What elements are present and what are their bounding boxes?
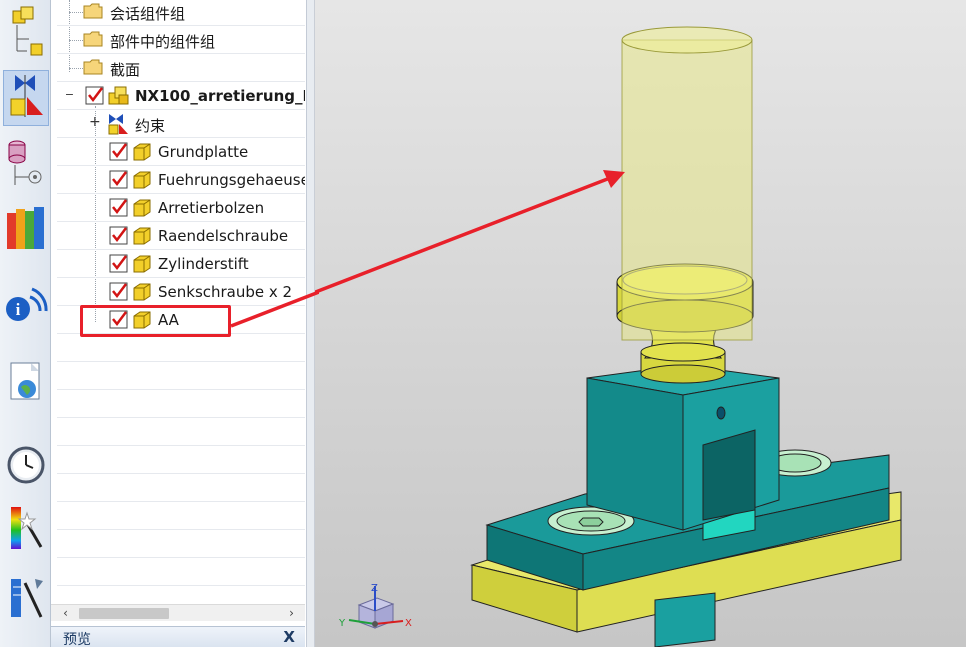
bottom-pin — [654, 592, 716, 647]
checkbox-checked-icon[interactable] — [109, 254, 129, 274]
tree-row-label: Zylinderstift — [158, 255, 249, 273]
tree-row-label: NX100_arretierung_BG — [135, 87, 305, 105]
assembly-tree: 会话组件组 部件中的组件组 截面 − NX100_arretierung_ + … — [51, 0, 305, 600]
view-triad: Z X Y — [338, 583, 412, 629]
collapse-toggle[interactable]: − — [64, 89, 75, 101]
tree-row-empty — [57, 446, 305, 474]
tree-row-empty — [57, 418, 305, 446]
component-icon — [133, 227, 151, 245]
assembly-navigator-icon — [12, 6, 43, 56]
tree-row-label: 截面 — [110, 61, 141, 79]
tree-row-label: Senkschraube x 2 — [158, 283, 293, 301]
tree-row-part-groups[interactable]: 部件中的组件组 — [57, 26, 305, 54]
component-icon — [133, 171, 151, 189]
tree-row-component[interactable]: Grundplatte — [57, 138, 305, 166]
nx-window: i 会话组件组 部件中的组件组 截面 − NX100_arretierung_ … — [0, 0, 966, 647]
constraint-navigator-button[interactable] — [3, 70, 49, 126]
checkbox-checked-icon[interactable] — [109, 198, 129, 218]
component-icon — [133, 255, 151, 273]
reuse-library-icon — [7, 207, 44, 249]
preview-title: 预览 — [63, 632, 91, 647]
assembly-icon — [108, 86, 129, 105]
tree-row-session-groups[interactable]: 会话组件组 — [57, 0, 305, 26]
history-button[interactable] — [3, 436, 49, 492]
tree-row-component[interactable]: Senkschraube x 2 — [57, 278, 305, 306]
triad-y-label: Y — [338, 618, 346, 629]
tree-row-root-assembly[interactable]: − NX100_arretierung_BG — [57, 82, 305, 110]
preview-collapse-icon[interactable]: X — [283, 628, 295, 646]
tree-row-empty — [57, 362, 305, 390]
tree-row-label: Grundplatte — [158, 143, 249, 161]
scroll-right-arrow[interactable]: › — [283, 605, 300, 622]
tree-row-component[interactable]: Arretierbolzen — [57, 194, 305, 222]
tree-row-sections[interactable]: 截面 — [57, 54, 305, 82]
checkbox-checked-icon[interactable] — [85, 86, 105, 106]
tree-row-label: Arretierbolzen — [158, 199, 265, 217]
translucent-cylinder-aa — [621, 26, 753, 341]
web-browser-button[interactable] — [3, 356, 49, 412]
web-browser-icon — [10, 362, 40, 400]
tree-row-label: 部件中的组件组 — [110, 33, 216, 51]
tree-row-constraints[interactable]: + 约束 — [57, 110, 305, 138]
tree-row-component[interactable]: Fuehrungsgehaeuse — [57, 166, 305, 194]
system-materials-button[interactable] — [3, 500, 49, 556]
folder-icon — [83, 3, 103, 19]
model-view: Z X Y — [232, 26, 902, 647]
tree-row-empty — [57, 502, 305, 530]
history-icon — [7, 446, 45, 484]
component-icon — [133, 199, 151, 217]
tree-row-label: 会话组件组 — [110, 5, 186, 23]
component-icon — [133, 143, 151, 161]
checkbox-checked-icon[interactable] — [109, 282, 129, 302]
annotation-highlight-box — [80, 305, 231, 337]
constraint-navigator-icon — [10, 75, 43, 117]
triad-x-label: X — [405, 618, 412, 629]
preview-panel-header[interactable]: 预览 X — [51, 626, 305, 647]
assembly-navigator-button[interactable] — [3, 2, 49, 58]
part-navigator-icon — [8, 140, 42, 185]
tree-row-empty — [57, 530, 305, 558]
resource-bar: i — [0, 0, 51, 647]
tree-row-label: Fuehrungsgehaeuse — [158, 171, 305, 189]
tree-row-empty — [57, 334, 305, 362]
reuse-library-button[interactable] — [3, 200, 49, 256]
constraints-icon — [108, 114, 128, 135]
tree-row-empty — [57, 474, 305, 502]
tree-row-empty — [57, 390, 305, 418]
graphics-window[interactable]: Z X Y — [232, 0, 966, 647]
folder-icon — [83, 31, 103, 47]
component-icon — [133, 283, 151, 301]
process-studio-button[interactable] — [3, 570, 49, 626]
tree-row-empty — [57, 558, 305, 586]
horizontal-scrollbar[interactable]: ‹ › — [51, 604, 305, 621]
checkbox-checked-icon[interactable] — [109, 170, 129, 190]
panel-splitter[interactable] — [307, 0, 315, 647]
tree-row-label: Raendelschraube — [158, 227, 289, 245]
checkbox-checked-icon[interactable] — [109, 142, 129, 162]
hd3d-tools-icon: i — [6, 287, 48, 321]
folder-icon — [83, 59, 103, 75]
tree-row-component[interactable]: Raendelschraube — [57, 222, 305, 250]
process-studio-icon — [11, 579, 43, 618]
svg-text:i: i — [16, 300, 21, 319]
tree-row-component[interactable]: Zylinderstift — [57, 250, 305, 278]
expand-toggle[interactable]: + — [89, 115, 101, 129]
annotation-arrow — [232, 170, 625, 326]
system-materials-icon — [11, 507, 43, 549]
guide-housing-upright — [586, 364, 780, 531]
scroll-left-arrow[interactable]: ‹ — [57, 605, 74, 622]
triad-z-label: Z — [371, 583, 378, 594]
hd3d-tools-button[interactable]: i — [3, 278, 49, 334]
tree-row-label: 约束 — [135, 117, 166, 135]
scroll-thumb[interactable] — [79, 608, 169, 619]
part-navigator-button[interactable] — [3, 136, 49, 192]
checkbox-checked-icon[interactable] — [109, 226, 129, 246]
